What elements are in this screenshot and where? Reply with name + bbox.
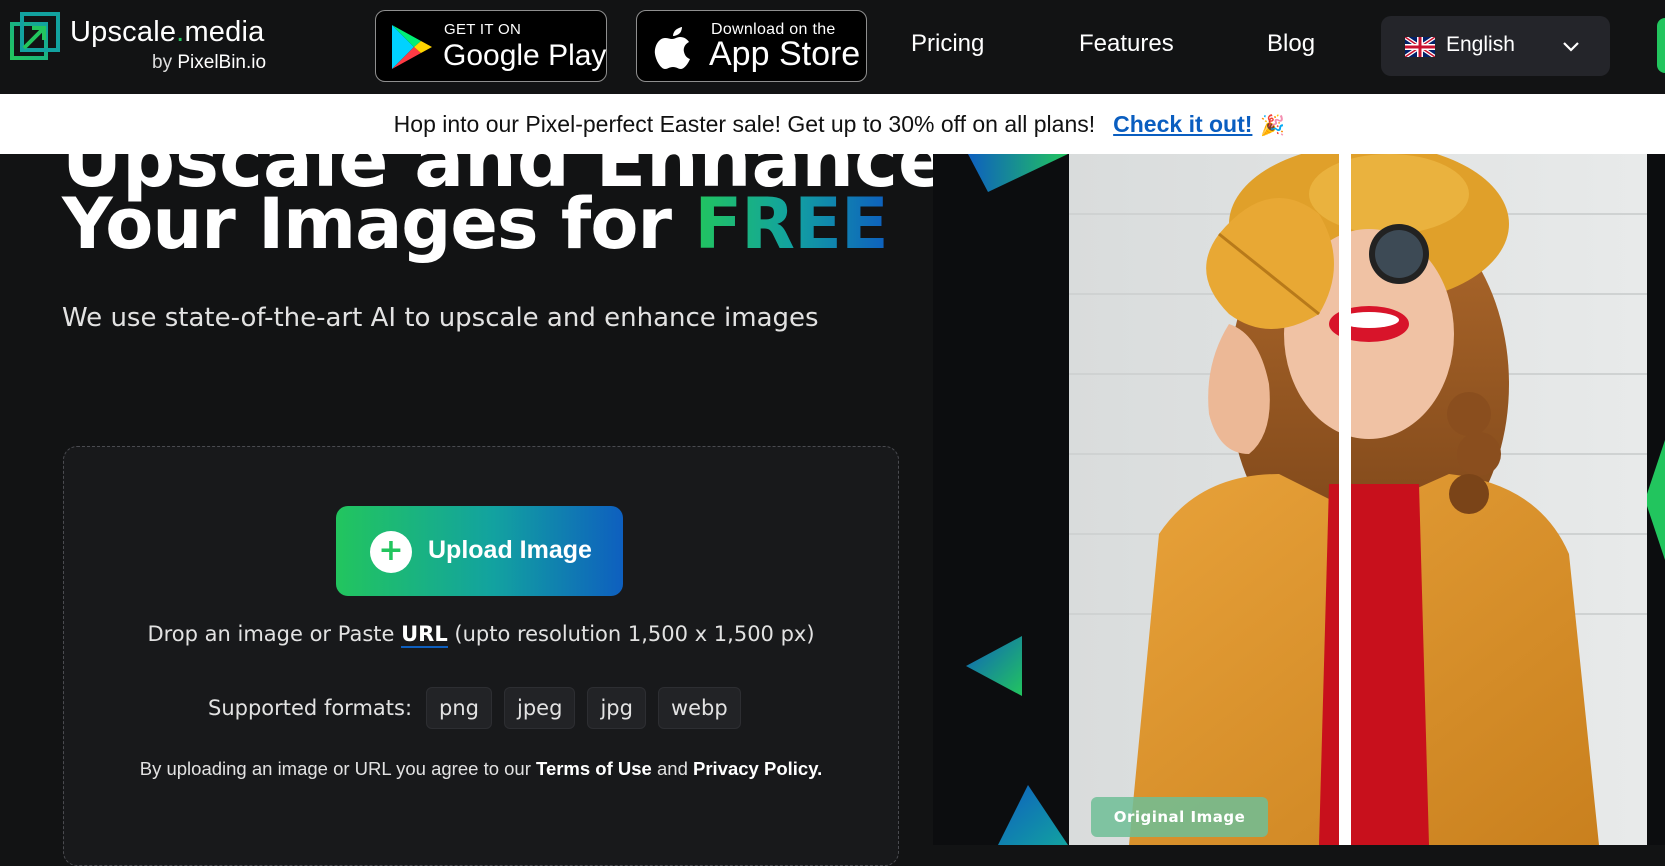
plus-icon: + [370, 531, 412, 573]
woman-with-leaf-image [1069, 154, 1647, 845]
google-play-small-label: GET IT ON [444, 21, 522, 38]
logo-title: Upscale.media [70, 16, 265, 48]
app-store-big-label: App Store [709, 35, 861, 73]
promo-banner: Hop into our Pixel-perfect Easter sale! … [0, 94, 1665, 154]
party-popper-icon: 🎉 [1260, 115, 1286, 137]
promo-link[interactable]: Check it out! [1113, 111, 1252, 137]
promo-text: Hop into our Pixel-perfect Easter sale! … [393, 111, 1096, 137]
hero-free-highlight: FREE [694, 183, 888, 265]
logo-icon [10, 12, 60, 60]
uk-flag-icon [1405, 37, 1435, 57]
drop-instructions: Drop an image or Paste URL (upto resolut… [147, 622, 815, 648]
apple-icon [654, 27, 690, 69]
signup-button-edge[interactable] [1657, 18, 1665, 73]
language-selector[interactable]: English [1381, 16, 1610, 76]
language-label: English [1446, 33, 1515, 56]
upload-image-label: Upload Image [428, 536, 592, 564]
decorative-triangle-right [1645, 440, 1665, 560]
decorative-triangle-top [968, 154, 1068, 192]
decorative-triangle-bottom [998, 785, 1068, 845]
format-chip: png [426, 687, 493, 729]
app-store-button[interactable]: Download on the App Store [636, 10, 867, 82]
hero-title-line2: Your Images for FREE [62, 183, 889, 265]
format-chip: webp [657, 687, 741, 729]
terms-notice: By uploading an image or URL you agree t… [139, 758, 823, 779]
format-chip: jpg [587, 687, 646, 729]
before-after-photo[interactable] [1069, 154, 1647, 845]
original-image-badge: Original Image [1091, 797, 1268, 837]
upload-image-button[interactable]: + Upload Image [336, 506, 623, 596]
google-play-icon [392, 25, 432, 69]
chevron-down-icon [1563, 42, 1579, 52]
top-header: Upscale.media by PixelBin.io GET IT ON G… [0, 0, 1665, 94]
terms-of-use-link[interactable]: Terms of Use [536, 758, 652, 779]
google-play-big-label: Google Play [443, 39, 607, 72]
hero-subtitle: We use state-of-the-art AI to upscale an… [62, 303, 819, 333]
logo[interactable]: Upscale.media by PixelBin.io [10, 12, 280, 78]
supported-formats: Supported formats: png jpeg jpg webp [208, 687, 753, 731]
nav-features[interactable]: Features [1079, 30, 1174, 58]
nav-blog[interactable]: Blog [1267, 30, 1315, 58]
privacy-policy-link[interactable]: Privacy Policy. [693, 758, 822, 779]
paste-url-link[interactable]: URL [401, 622, 448, 648]
logo-subtitle: by PixelBin.io [152, 52, 267, 73]
decorative-triangle-mid [966, 636, 1022, 696]
format-chip: jpeg [504, 687, 576, 729]
formats-label: Supported formats: [208, 696, 413, 720]
nav-pricing[interactable]: Pricing [911, 30, 984, 58]
google-play-button[interactable]: GET IT ON Google Play [375, 10, 607, 82]
